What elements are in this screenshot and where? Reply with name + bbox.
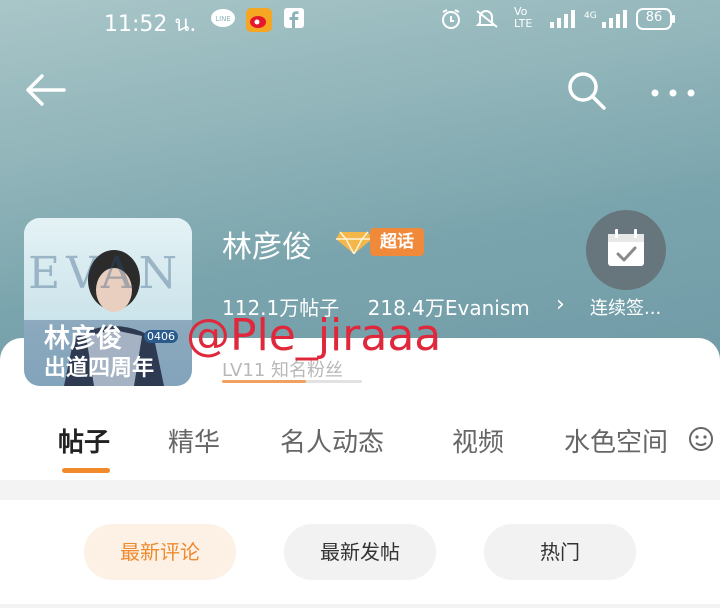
filter-latest-posts[interactable]: 最新发帖 bbox=[284, 524, 436, 580]
filter-latest-comments[interactable]: 最新评论 bbox=[84, 524, 236, 580]
calendar-check-icon bbox=[608, 229, 644, 266]
status-time: 11:52 น. bbox=[104, 12, 197, 37]
topic-tabs: 帖子 精华 名人动态 视频 水色空间 bbox=[0, 400, 720, 480]
alarm-icon bbox=[440, 8, 462, 34]
mute-icon bbox=[474, 8, 500, 34]
checkin-label[interactable]: 连续签... bbox=[590, 294, 661, 320]
sort-filters: 最新评论 最新发帖 热门 bbox=[0, 500, 720, 604]
filter-hot[interactable]: 热门 bbox=[484, 524, 636, 580]
watermark-text: @Ple_jiraaa bbox=[186, 310, 442, 361]
facebook-app-icon bbox=[284, 8, 304, 32]
weibo-app-icon bbox=[246, 8, 272, 36]
tab-watercolor-space[interactable]: 水色空间 bbox=[564, 422, 668, 459]
tab-videos[interactable]: 视频 bbox=[452, 422, 504, 459]
tab-featured[interactable]: 精华 bbox=[168, 422, 220, 459]
avatar-text-line2: 出道四周年 bbox=[44, 356, 155, 381]
svg-text:LINE: LINE bbox=[215, 15, 231, 23]
level-progress-bar bbox=[222, 380, 362, 383]
avatar-date: 0406 bbox=[144, 330, 178, 343]
tab-celebrity-updates[interactable]: 名人动态 bbox=[280, 422, 384, 459]
status-bar: 11:52 น. LINE Vo LTE 4G 86 bbox=[0, 0, 720, 40]
svg-text:4G: 4G bbox=[584, 11, 597, 21]
back-arrow-icon[interactable] bbox=[24, 72, 68, 112]
topic-name: 林彦俊 bbox=[222, 230, 312, 265]
signal-icon bbox=[548, 8, 576, 34]
battery-level: 86 bbox=[645, 10, 663, 25]
face-icon bbox=[688, 426, 714, 456]
badge-label: 超话 bbox=[370, 228, 424, 256]
mobile-data-icon: 4G bbox=[584, 8, 628, 34]
super-topic-badge: 超话 bbox=[336, 228, 424, 256]
tab-posts[interactable]: 帖子 bbox=[58, 422, 110, 459]
line-app-icon: LINE bbox=[210, 8, 236, 34]
active-tab-indicator bbox=[62, 468, 110, 473]
avatar-big-letters: EVAN bbox=[28, 248, 184, 299]
volte-icon: Vo LTE bbox=[514, 5, 533, 30]
level-progress-fill bbox=[222, 380, 306, 383]
more-options-icon[interactable] bbox=[650, 84, 696, 103]
topic-avatar[interactable]: EVAN 林彦俊 0406 出道四周年 bbox=[24, 218, 192, 386]
diamond-icon bbox=[336, 230, 372, 256]
chevron-right-icon[interactable]: › bbox=[556, 292, 565, 317]
search-icon[interactable] bbox=[566, 70, 608, 116]
checkin-button[interactable] bbox=[586, 210, 666, 290]
